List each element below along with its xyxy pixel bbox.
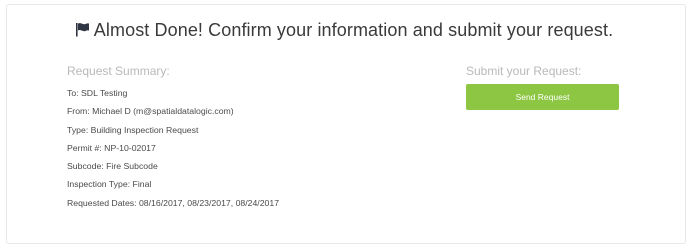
summary-requested-dates: Requested Dates: 08/16/2017, 08/23/2017,… [67, 197, 280, 208]
send-request-button[interactable]: Send Request [466, 84, 619, 110]
request-summary-heading: Request Summary: [67, 64, 170, 78]
page-title: Almost Done! Confirm your information an… [0, 20, 688, 42]
submit-request-heading: Submit your Request: [466, 64, 582, 78]
page-title-text: Almost Done! Confirm your information an… [93, 20, 614, 40]
summary-type: Type: Building Inspection Request [67, 124, 199, 135]
request-summary: Request Summary: To: SDL Testing From: M… [67, 64, 427, 212]
submit-request-section: Submit your Request: Send Request [466, 64, 626, 110]
summary-subcode: Subcode: Fire Subcode [67, 161, 158, 172]
summary-to: To: SDL Testing [67, 88, 128, 98]
flag-icon [75, 21, 90, 42]
summary-from: From: Michael D (m@spatialdatalogic.com) [67, 106, 234, 117]
summary-permit: Permit #: NP-10-02017 [67, 142, 156, 153]
summary-inspection-type: Inspection Type: Final [67, 179, 152, 190]
